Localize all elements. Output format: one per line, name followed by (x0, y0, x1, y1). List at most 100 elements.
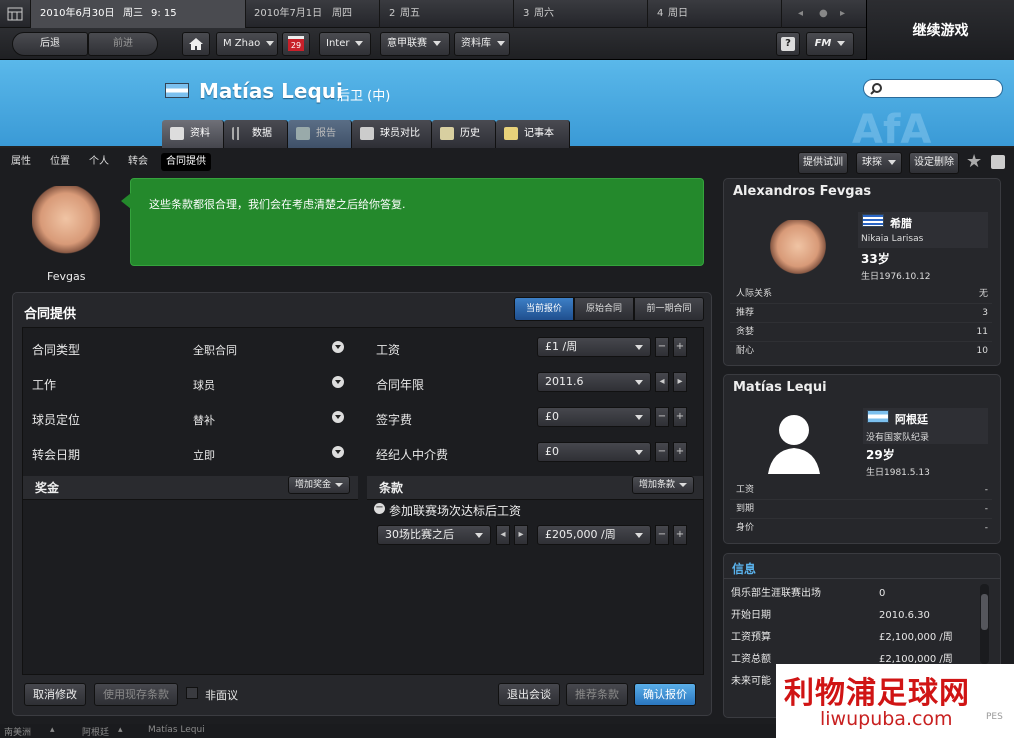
tab-history[interactable]: 历史 (432, 120, 496, 148)
chevron-down-icon (335, 482, 344, 487)
non-negotiable-checkbox[interactable] (186, 687, 198, 699)
prev-arrow-icon[interactable]: ◂ (798, 0, 803, 28)
add-bonus-label: 增加奖金 (295, 480, 332, 490)
confirm-offer-button[interactable]: 确认报价 (634, 683, 696, 706)
subnav-attributes[interactable]: 属性 (6, 153, 36, 171)
wage-field[interactable]: £1 /周 (537, 337, 651, 357)
breadcrumb-player[interactable]: Matías Lequi (148, 725, 205, 735)
tab-notebook[interactable]: 记事本 (496, 120, 570, 148)
subnav-personal[interactable]: 个人 (84, 153, 114, 171)
add-clause-button[interactable]: 增加条款 (632, 476, 695, 494)
fm-menu[interactable]: FM (806, 32, 854, 56)
contract-length-field[interactable]: 2011.6 (537, 372, 651, 392)
search-input[interactable] (863, 79, 1003, 98)
calendar-badge: 29 (288, 36, 304, 51)
user-menu[interactable]: M Zhao (216, 32, 278, 56)
use-existing-clauses-button[interactable]: 使用现存条款 (94, 683, 178, 706)
chevron-up-icon[interactable]: ▴ (50, 725, 55, 735)
help-button[interactable]: ? (776, 32, 800, 56)
decrease-button[interactable]: − (655, 337, 669, 357)
club-menu[interactable]: Inter (319, 32, 371, 56)
segment-previous-contract[interactable]: 前一期合同 (634, 297, 704, 321)
tab-report[interactable]: 报告 (288, 120, 352, 148)
signing-fee-field[interactable]: £0 (537, 407, 651, 427)
breadcrumb-nation[interactable]: 阿根廷 (82, 725, 109, 738)
breadcrumb-continent[interactable]: 南美洲 (4, 725, 31, 738)
tab-stats[interactable]: 数据 (224, 120, 288, 148)
dropdown-icon[interactable] (332, 411, 344, 423)
chevron-up-icon[interactable]: ▴ (118, 725, 123, 735)
next-arrow-icon[interactable]: ▸ (840, 0, 845, 28)
squad-status-value[interactable]: 替补 (193, 412, 215, 428)
leave-talks-button[interactable]: 退出会谈 (498, 683, 560, 706)
player-card-name[interactable]: Matías Lequi (733, 380, 827, 395)
calendar-icon[interactable] (0, 0, 30, 28)
league-menu[interactable]: 意甲联赛 (380, 32, 450, 56)
club-name: Inter (326, 38, 350, 49)
user-name: M Zhao (223, 38, 261, 49)
info-row: 工资预算 £2,100,000 /周 (727, 627, 977, 649)
contract-title: 合同提供 (24, 307, 77, 322)
decrease-button[interactable]: − (655, 442, 669, 462)
set-delete-button[interactable]: 设定删除 (909, 152, 959, 174)
date-day-4[interactable]: 4 周日 (647, 0, 781, 28)
chevron-down-icon (679, 482, 688, 487)
decrease-button[interactable]: − (655, 525, 669, 545)
agent-stat-row: 耐心 10 (730, 342, 992, 361)
transfer-date-value[interactable]: 立即 (193, 447, 215, 463)
dropdown-icon[interactable] (332, 446, 344, 458)
tab-compare[interactable]: 球员对比 (352, 120, 432, 148)
segment-current-offer[interactable]: 当前报价 (514, 297, 574, 321)
star-icon[interactable]: ★ (966, 151, 982, 172)
scout-menu[interactable]: 球探 (856, 152, 902, 174)
tab-label: 历史 (460, 128, 480, 139)
current-date[interactable]: 2010年6月30日 周三 9: 15 (30, 0, 245, 28)
next-button[interactable]: ▸ (514, 525, 528, 545)
clause-condition-field[interactable]: 30场比赛之后 (377, 525, 491, 545)
remove-clause-icon[interactable]: − (374, 503, 385, 514)
continue-game-button[interactable]: 继续游戏 (866, 0, 1014, 60)
info-scrollbar[interactable] (980, 584, 989, 664)
agent-club[interactable]: Nikaia Larisas (861, 234, 923, 244)
previous-button[interactable]: ◂ (655, 372, 669, 392)
increase-button[interactable]: + (673, 442, 687, 462)
decrease-button[interactable]: − (655, 407, 669, 427)
agent-full-name[interactable]: Alexandros Fevgas (733, 184, 871, 199)
dropdown-icon[interactable] (332, 376, 344, 388)
database-menu[interactable]: 资料库 (454, 32, 510, 56)
home-button[interactable] (182, 32, 210, 56)
calendar-button[interactable]: 29 (282, 32, 310, 56)
date-bar: 2010年6月30日 周三 9: 15 2010年7月1日 周四 2 周五 3 周六 … (0, 0, 866, 28)
subnav-transfer[interactable]: 转会 (123, 153, 153, 171)
tab-profile[interactable]: 资料 (162, 120, 224, 148)
forward-button[interactable]: 前进 (88, 32, 158, 56)
agent-fee-field[interactable]: £0 (537, 442, 651, 462)
increase-button[interactable]: + (673, 337, 687, 357)
agent-stat-row: 人际关系 无 (730, 285, 992, 304)
increase-button[interactable]: + (673, 525, 687, 545)
date-day-1[interactable]: 2010年7月1日 周四 (245, 0, 379, 28)
contract-type-label: 合同类型 (32, 343, 81, 357)
add-bonus-button[interactable]: 增加奖金 (288, 476, 351, 494)
watermark-title: 利物浦足球网 (784, 676, 970, 711)
note-icon[interactable] (991, 155, 1005, 169)
day-date: 3 (523, 8, 530, 19)
contract-type-value[interactable]: 全职合同 (193, 342, 237, 358)
next-button[interactable]: ▸ (673, 372, 687, 392)
dot-icon[interactable]: ● (819, 0, 828, 28)
cancel-changes-button[interactable]: 取消修改 (24, 683, 86, 706)
recommend-clauses-button[interactable]: 推荐条款 (566, 683, 628, 706)
offer-trial-button[interactable]: 提供试训 (798, 152, 848, 174)
date-day-3[interactable]: 3 周六 (513, 0, 647, 28)
clause-value-field[interactable]: £205,000 /周 (537, 525, 651, 545)
date-day-2[interactable]: 2 周五 (379, 0, 513, 28)
previous-button[interactable]: ◂ (496, 525, 510, 545)
subnav-positions[interactable]: 位置 (45, 153, 75, 171)
job-value[interactable]: 球员 (193, 377, 215, 393)
scrollbar-thumb[interactable] (981, 594, 988, 630)
subnav-contract-offer[interactable]: 合同提供 (161, 153, 211, 171)
segment-original-contract[interactable]: 原始合同 (574, 297, 634, 321)
dropdown-icon[interactable] (332, 341, 344, 353)
back-button[interactable]: 后退 (12, 32, 88, 56)
increase-button[interactable]: + (673, 407, 687, 427)
